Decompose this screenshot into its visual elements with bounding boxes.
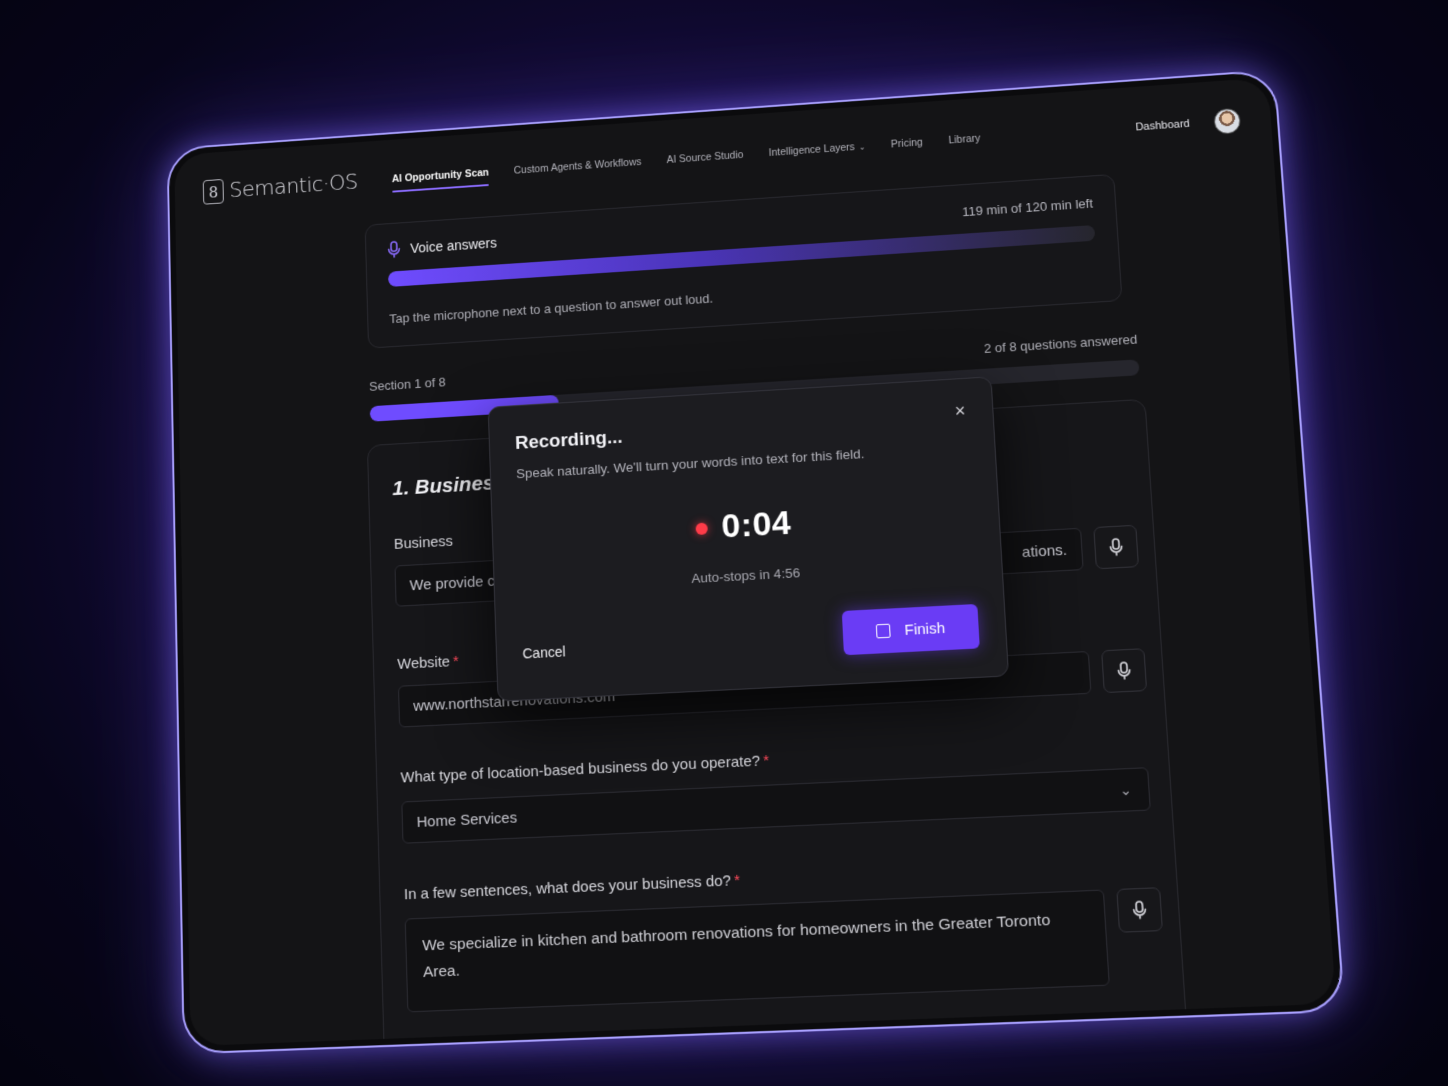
questions-answered: 2 of 8 questions answered	[983, 332, 1137, 356]
voice-title: Voice answers	[410, 235, 497, 256]
recording-modal: Recording... Speak naturally. We'll turn…	[488, 376, 1009, 702]
description-textarea[interactable]: We specialize in kitchen and bathroom re…	[405, 889, 1110, 1012]
website-label: Website *	[397, 653, 459, 673]
recording-dot-icon	[695, 522, 707, 535]
description-mic-button[interactable]	[1116, 887, 1163, 933]
business-type-label-text: What type of location-based business do …	[400, 752, 760, 786]
microphone-icon	[1132, 900, 1148, 919]
recording-timer: 0:04	[721, 504, 793, 547]
avatar[interactable]	[1213, 108, 1241, 135]
chevron-down-icon: ⌄	[1119, 781, 1132, 799]
nav-right: Dashboard	[1135, 108, 1242, 140]
business-mic-button[interactable]	[1093, 525, 1139, 570]
nav-library[interactable]: Library	[948, 127, 981, 152]
business-type-value: Home Services	[416, 809, 517, 831]
tablet-frame: 8 Semantic·OS AI Opportunity Scan Custom…	[167, 69, 1346, 1054]
voice-answers-card: Voice answers 119 min of 120 min left Ta…	[365, 174, 1123, 349]
form-heading: 1. Business	[392, 471, 506, 501]
microphone-icon	[1108, 538, 1124, 557]
required-marker: *	[763, 752, 770, 770]
required-marker: *	[453, 653, 459, 670]
business-value-end: ations.	[1021, 541, 1067, 561]
voice-time-left: 119 min of 120 min left	[962, 195, 1094, 218]
finish-button[interactable]: Finish	[842, 604, 980, 655]
nav-custom-agents[interactable]: Custom Agents & Workflows	[513, 151, 642, 183]
nav-ai-opportunity-scan[interactable]: AI Opportunity Scan	[392, 161, 490, 190]
cancel-button[interactable]: Cancel	[522, 637, 566, 667]
stop-icon	[876, 624, 891, 639]
microphone-icon	[1116, 661, 1132, 680]
microphone-icon	[387, 240, 401, 258]
nav-intelligence-layers-label: Intelligence Layers	[769, 141, 856, 158]
website-label-text: Website	[397, 653, 450, 673]
description-label-text: In a few sentences, what does your busin…	[404, 872, 732, 903]
logo[interactable]: 8 Semantic·OS	[203, 170, 358, 205]
logo-mark-icon: 8	[203, 179, 224, 205]
app-screen: 8 Semantic·OS AI Opportunity Scan Custom…	[174, 77, 1336, 1046]
close-icon[interactable]: ×	[949, 400, 970, 421]
business-type-label: What type of location-based business do …	[400, 752, 769, 786]
description-label: In a few sentences, what does your busin…	[404, 872, 741, 904]
nav-links: AI Opportunity Scan Custom Agents & Work…	[392, 127, 982, 191]
logo-text: Semantic·OS	[229, 170, 358, 202]
website-mic-button[interactable]	[1101, 648, 1147, 693]
section-label: Section 1 of 8	[369, 375, 446, 394]
stage: 8 Semantic·OS AI Opportunity Scan Custom…	[0, 0, 1448, 1086]
business-value-start: We provide co	[409, 572, 503, 594]
finish-label: Finish	[904, 619, 945, 638]
nav-intelligence-layers[interactable]: Intelligence Layers ⌄	[768, 135, 866, 165]
required-marker: *	[734, 872, 741, 890]
nav-dashboard[interactable]: Dashboard	[1135, 118, 1190, 133]
modal-title: Recording...	[515, 427, 623, 455]
nav-ai-source-studio[interactable]: AI Source Studio	[666, 143, 744, 171]
nav-pricing[interactable]: Pricing	[890, 131, 923, 156]
chevron-down-icon: ⌄	[859, 143, 866, 152]
voice-title-group: Voice answers	[387, 234, 497, 258]
business-label: Business	[394, 533, 454, 553]
auto-stop-text: Auto-stops in 4:56	[495, 554, 1002, 596]
timer-row: 0:04	[492, 492, 999, 559]
